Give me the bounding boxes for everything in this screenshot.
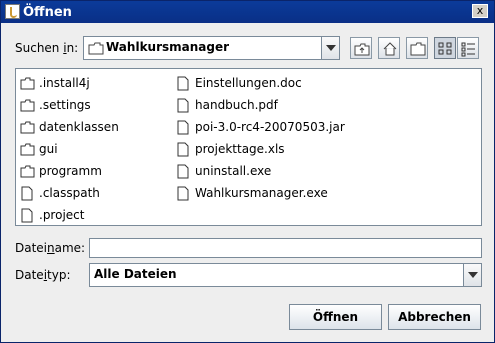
java-icon bbox=[5, 4, 20, 19]
filetype-combo[interactable]: Alle Dateien bbox=[89, 263, 482, 287]
file-name: projekttage.xls bbox=[195, 142, 285, 156]
file-name: .settings bbox=[39, 98, 91, 112]
list-item[interactable]: poi-3.0-rc4-20070503.jar bbox=[176, 117, 345, 137]
folder-icon bbox=[20, 121, 35, 133]
list-item[interactable]: projekttage.xls bbox=[176, 139, 285, 159]
details-view-icon bbox=[461, 42, 475, 57]
list-item[interactable]: Einstellungen.doc bbox=[176, 73, 302, 93]
file-name: Einstellungen.doc bbox=[195, 76, 302, 90]
up-one-level-button[interactable] bbox=[350, 37, 372, 59]
list-item[interactable]: Wahlkursmanager.exe bbox=[176, 183, 328, 203]
file-icon bbox=[177, 164, 189, 178]
close-button[interactable]: x bbox=[472, 4, 488, 18]
file-icon bbox=[177, 142, 189, 156]
file-icon bbox=[177, 76, 189, 90]
list-view-icon bbox=[438, 42, 452, 55]
file-icon bbox=[21, 208, 33, 222]
filename-label: Dateiname: bbox=[15, 241, 86, 255]
list-item[interactable]: uninstall.exe bbox=[176, 161, 271, 181]
file-icon bbox=[177, 98, 189, 112]
file-icon bbox=[177, 120, 189, 134]
new-folder-button[interactable] bbox=[406, 37, 428, 59]
list-item[interactable]: .project bbox=[20, 205, 84, 225]
file-name: .project bbox=[39, 208, 85, 222]
look-in-value: Wahlkursmanager bbox=[106, 40, 230, 54]
folder-icon bbox=[88, 42, 104, 55]
filetype-value: Alle Dateien bbox=[94, 267, 177, 281]
file-icon bbox=[177, 186, 189, 200]
folder-icon bbox=[20, 143, 35, 155]
list-item[interactable]: datenklassen bbox=[20, 117, 119, 137]
file-name: programm bbox=[39, 164, 102, 178]
file-name: .install4j bbox=[39, 76, 90, 90]
file-list[interactable]: .install4j .settings datenklassen gui pr… bbox=[15, 68, 482, 226]
list-view-button[interactable] bbox=[434, 37, 456, 59]
file-name: gui bbox=[39, 142, 58, 156]
folder-up-icon bbox=[354, 43, 370, 56]
filetype-label: Dateityp: bbox=[15, 268, 71, 282]
cancel-button[interactable]: Abbrechen bbox=[388, 304, 481, 330]
file-name: datenklassen bbox=[39, 120, 119, 134]
open-button[interactable]: Öffnen bbox=[289, 304, 382, 330]
file-name: Wahlkursmanager.exe bbox=[195, 186, 328, 200]
home-icon bbox=[383, 42, 397, 56]
list-item[interactable]: programm bbox=[20, 161, 102, 181]
look-in-combo[interactable]: Wahlkursmanager bbox=[83, 36, 340, 60]
list-item[interactable]: gui bbox=[20, 139, 58, 159]
open-dialog: Öffnen x Suchen in: Wahlkursmanager .ins… bbox=[0, 0, 495, 343]
file-name: poi-3.0-rc4-20070503.jar bbox=[195, 120, 345, 134]
folder-icon bbox=[20, 77, 35, 89]
file-name: handbuch.pdf bbox=[195, 98, 278, 112]
title-bar[interactable]: Öffnen x bbox=[1, 1, 494, 23]
look-in-label: Suchen in: bbox=[15, 41, 79, 55]
list-item[interactable]: handbuch.pdf bbox=[176, 95, 278, 115]
chevron-down-icon[interactable] bbox=[463, 264, 481, 286]
details-view-button[interactable] bbox=[457, 37, 479, 59]
filename-input[interactable] bbox=[89, 238, 482, 258]
list-item[interactable]: .install4j bbox=[20, 73, 90, 93]
list-item[interactable]: .classpath bbox=[20, 183, 100, 203]
folder-icon bbox=[20, 99, 35, 111]
new-folder-icon bbox=[410, 42, 426, 56]
home-button[interactable] bbox=[378, 37, 400, 59]
file-name: uninstall.exe bbox=[195, 164, 272, 178]
list-item[interactable]: .settings bbox=[20, 95, 91, 115]
folder-icon bbox=[20, 165, 35, 177]
window-title: Öffnen bbox=[23, 5, 72, 20]
file-name: .classpath bbox=[39, 186, 100, 200]
chevron-down-icon[interactable] bbox=[321, 37, 339, 59]
file-icon bbox=[21, 186, 33, 200]
